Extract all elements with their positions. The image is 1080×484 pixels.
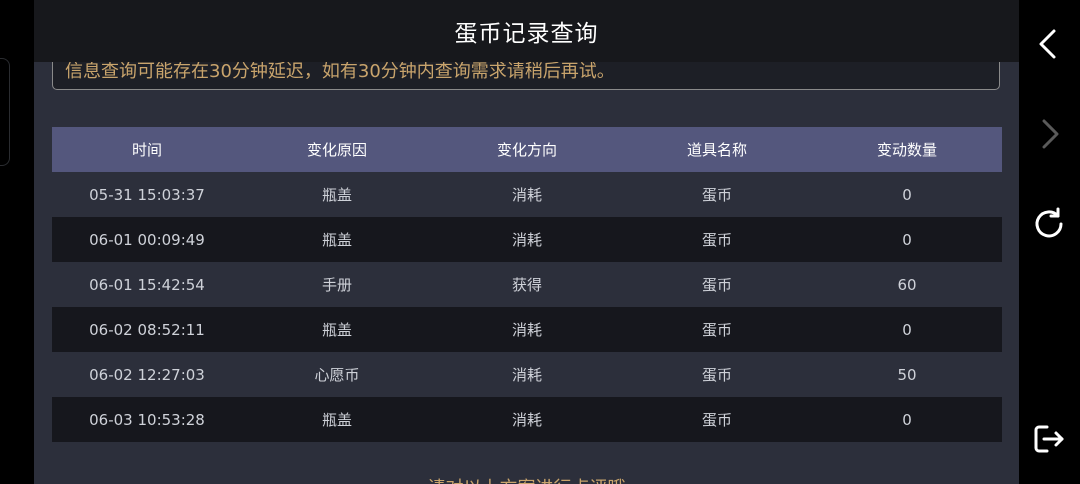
cell-time: 06-01 15:42:54 — [89, 275, 205, 294]
cell-reason: 心愿币 — [314, 366, 360, 384]
cell-item: 蛋币 — [701, 411, 732, 429]
footer-note: 请对以上方案进行点评哦 — [34, 474, 1019, 484]
cell-time: 06-01 00:09:49 — [89, 230, 205, 249]
refresh-button[interactable] — [1031, 206, 1067, 242]
cell-direction: 消耗 — [511, 231, 542, 249]
table-row: 06-02 12:27:03 心愿币 消耗 蛋币 50 — [52, 352, 1002, 397]
cell-amount: 0 — [902, 410, 912, 429]
cell-reason: 手册 — [321, 276, 352, 294]
cell-amount: 0 — [902, 320, 912, 339]
cell-direction: 获得 — [511, 276, 542, 294]
table-row: 06-03 10:53:28 瓶盖 消耗 蛋币 0 — [52, 397, 1002, 442]
cell-item: 蛋币 — [701, 366, 732, 384]
cell-direction: 消耗 — [511, 411, 542, 429]
column-header-amount: 变动数量 — [876, 141, 937, 159]
exit-icon — [1034, 425, 1064, 453]
title-bar: 蛋币记录查询 — [34, 0, 1019, 62]
table-row: 06-01 00:09:49 瓶盖 消耗 蛋币 0 — [52, 217, 1002, 262]
cell-direction: 消耗 — [511, 366, 542, 384]
cell-amount: 60 — [897, 275, 917, 294]
back-icon — [1039, 29, 1056, 59]
page-title: 蛋币记录查询 — [454, 21, 599, 47]
right-nav-rail — [1019, 0, 1080, 484]
column-header-direction: 变化方向 — [496, 141, 557, 159]
record-table: 时间 变化原因 变化方向 道具名称 变动数量 05-31 15:03:37 瓶盖… — [52, 127, 1002, 442]
exit-button[interactable] — [1031, 421, 1067, 457]
table-row: 06-01 15:42:54 手册 获得 蛋币 60 — [52, 262, 1002, 307]
cell-time: 05-31 15:03:37 — [89, 185, 205, 204]
column-header-item: 道具名称 — [686, 141, 747, 159]
cell-direction: 消耗 — [511, 321, 542, 339]
cell-direction: 消耗 — [511, 186, 542, 204]
back-button[interactable] — [1031, 26, 1067, 62]
record-panel: 蛋币记录查询 信息查询可能存在30分钟延迟，如有30分钟内查询需求请稍后再试。 … — [34, 0, 1019, 484]
cell-item: 蛋币 — [701, 231, 732, 249]
left-edge-handle[interactable] — [0, 58, 10, 166]
forward-icon — [1042, 119, 1059, 149]
table-row: 06-02 08:52:11 瓶盖 消耗 蛋币 0 — [52, 307, 1002, 352]
cell-reason: 瓶盖 — [321, 186, 352, 204]
refresh-icon — [1035, 207, 1063, 238]
column-header-reason: 变化原因 — [306, 141, 367, 159]
cell-time: 06-02 08:52:11 — [89, 320, 205, 339]
table-row: 05-31 15:03:37 瓶盖 消耗 蛋币 0 — [52, 172, 1002, 217]
table-header: 时间 变化原因 变化方向 道具名称 变动数量 — [52, 127, 1002, 172]
forward-button[interactable] — [1031, 116, 1067, 152]
cell-item: 蛋币 — [701, 186, 732, 204]
cell-time: 06-02 12:27:03 — [89, 365, 205, 384]
cell-item: 蛋币 — [701, 321, 732, 339]
cell-time: 06-03 10:53:28 — [89, 410, 205, 429]
column-header-time: 时间 — [131, 141, 162, 159]
cell-reason: 瓶盖 — [321, 231, 352, 249]
cell-amount: 0 — [902, 185, 912, 204]
cell-reason: 瓶盖 — [321, 321, 352, 339]
cell-item: 蛋币 — [701, 276, 732, 294]
cell-amount: 50 — [897, 365, 917, 384]
cell-amount: 0 — [902, 230, 912, 249]
cell-reason: 瓶盖 — [321, 411, 352, 429]
